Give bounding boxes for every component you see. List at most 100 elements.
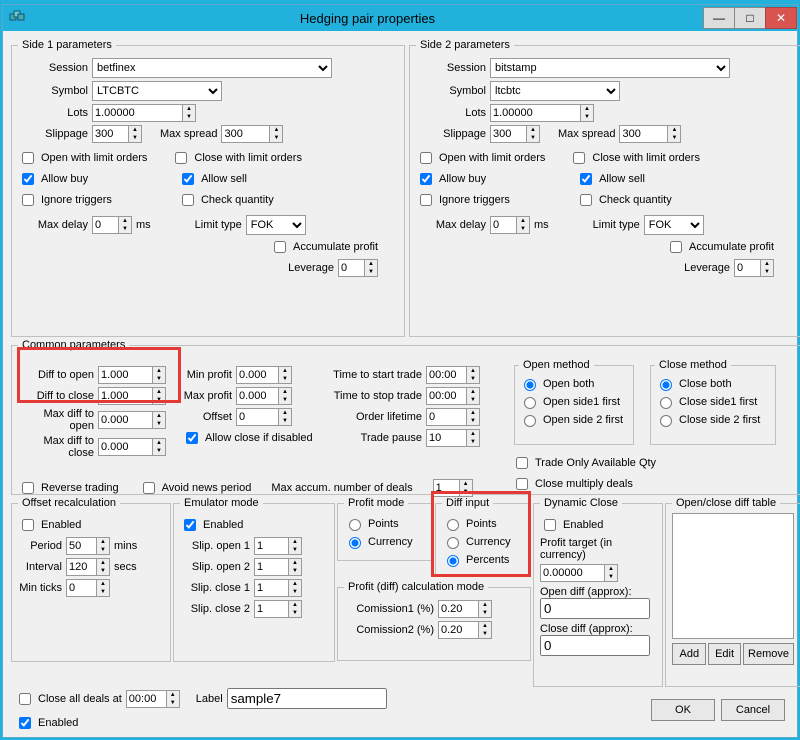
dynamic-close-enabled-check[interactable]: Enabled [540,516,603,534]
session-select[interactable]: bitstamp [490,58,730,78]
period-spinner[interactable]: ▲▼ [66,537,110,555]
edit-button[interactable]: Edit [708,643,741,665]
offset-enabled-check[interactable]: Enabled [18,516,81,534]
slip-close1-spinner[interactable]: ▲▼ [254,579,302,597]
allow-sell-check[interactable]: Allow sell [178,170,247,188]
close-method-legend: Close method [655,359,731,371]
max-diff-close-spinner[interactable]: ▲▼ [98,438,166,456]
maximize-button[interactable]: □ [734,7,766,29]
max-profit-spinner[interactable]: ▲▼ [236,387,292,405]
open-limit-check[interactable]: Open with limit orders [18,149,147,167]
close-diff-input[interactable] [540,635,650,656]
profit-currency-radio[interactable]: Currency [344,534,413,549]
allow-sell-check[interactable]: Allow sell [576,170,645,188]
close-side1-radio[interactable]: Close side1 first [655,394,757,409]
slip-open2-spinner[interactable]: ▲▼ [254,558,302,576]
slip-open2-label: Slip. open 2 [180,561,250,573]
time-stop-spinner[interactable]: ▲▼ [426,387,480,405]
remove-button[interactable]: Remove [743,643,794,665]
lots-spinner[interactable]: ▲▼ [490,104,594,122]
allow-buy-check[interactable]: Allow buy [18,170,88,188]
dynamic-close-group: Dynamic Close Enabled Profit target (in … [533,497,663,687]
mins-label: mins [114,540,137,552]
accumulate-profit-check[interactable]: Accumulate profit [666,238,774,256]
close-button[interactable]: ✕ [765,7,797,29]
max-diff-open-spinner[interactable]: ▲▼ [98,411,166,429]
open-limit-check[interactable]: Open with limit orders [416,149,545,167]
cancel-button[interactable]: Cancel [721,699,785,721]
diff-open-spinner[interactable]: ▲▼ [98,366,166,384]
reverse-trading-check[interactable]: Reverse trading [18,479,119,497]
open-side1-radio[interactable]: Open side1 first [519,394,620,409]
add-button[interactable]: Add [672,643,706,665]
maxdelay-spinner[interactable]: ▲▼ [92,216,132,234]
close-all-deals-check[interactable]: Close all deals at [15,690,122,708]
maxdelay-spinner[interactable]: ▲▼ [490,216,530,234]
accumulate-profit-check[interactable]: Accumulate profit [270,238,378,256]
open-side2-radio[interactable]: Open side 2 first [519,412,623,427]
diff-close-spinner[interactable]: ▲▼ [98,387,166,405]
avoid-news-check[interactable]: Avoid news period [139,479,252,497]
minimize-button[interactable]: — [703,7,735,29]
close-side2-radio[interactable]: Close side 2 first [655,412,760,427]
profit-points-radio[interactable]: Points [344,516,399,531]
symbol-select[interactable]: ltcbtc [490,81,620,101]
label-input[interactable] [227,688,387,709]
diff-input-legend: Diff input [442,497,493,509]
max-accum-spinner[interactable]: ▲▼ [433,479,473,497]
trade-pause-spinner[interactable]: ▲▼ [426,429,480,447]
allow-close-if-disabled-check[interactable]: Allow close if disabled [182,429,313,447]
session-select[interactable]: betfinex [92,58,332,78]
time-start-spinner[interactable]: ▲▼ [426,366,480,384]
ok-button[interactable]: OK [651,699,715,721]
symbol-label: Symbol [416,85,486,97]
limittype-select[interactable]: FOK [246,215,306,235]
limittype-select[interactable]: FOK [644,215,704,235]
close-limit-check[interactable]: Close with limit orders [569,149,700,167]
min-ticks-spinner[interactable]: ▲▼ [66,579,110,597]
maxspread-spinner[interactable]: ▲▼ [619,125,681,143]
slippage-spinner[interactable]: ▲▼ [92,125,142,143]
leverage-spinner[interactable]: ▲▼ [338,259,378,277]
diff-input-group: Diff input Points Currency Percents [435,497,531,577]
emulator-enabled-check[interactable]: Enabled [180,516,243,534]
lots-spinner[interactable]: ▲▼ [92,104,196,122]
symbol-select[interactable]: LTCBTC [92,81,222,101]
diff-points-radio[interactable]: Points [442,516,497,531]
slippage-spinner[interactable]: ▲▼ [490,125,540,143]
enabled-check[interactable]: Enabled [15,714,78,732]
min-profit-spinner[interactable]: ▲▼ [236,366,292,384]
diff-percents-radio[interactable]: Percents [442,552,509,567]
profit-mode-group: Profit mode Points Currency [337,497,433,561]
check-quantity-check[interactable]: Check quantity [178,191,274,209]
close-all-time-spinner[interactable]: ▲▼ [126,690,180,708]
diff-table-list[interactable] [672,513,794,639]
close-limit-check[interactable]: Close with limit orders [171,149,302,167]
ignore-triggers-check[interactable]: Ignore triggers [416,191,510,209]
interval-spinner[interactable]: ▲▼ [66,558,110,576]
leverage-spinner[interactable]: ▲▼ [734,259,774,277]
slip-open1-spinner[interactable]: ▲▼ [254,537,302,555]
slippage-label: Slippage [18,128,88,140]
offset-spinner[interactable]: ▲▼ [236,408,292,426]
profit-target-spinner[interactable]: ▲▼ [540,564,618,582]
comission1-spinner[interactable]: ▲▼ [438,600,492,618]
maxspread-spinner[interactable]: ▲▼ [221,125,283,143]
offset-recalc-legend: Offset recalculation [18,497,120,509]
open-diff-input[interactable] [540,598,650,619]
diff-currency-radio[interactable]: Currency [442,534,511,549]
maxspread-label: Max spread [160,128,217,140]
trade-only-qty-check[interactable]: Trade Only Available Qty [512,454,656,472]
comission2-spinner[interactable]: ▲▼ [438,621,492,639]
ignore-triggers-check[interactable]: Ignore triggers [18,191,112,209]
slip-close2-spinner[interactable]: ▲▼ [254,600,302,618]
check-quantity-check[interactable]: Check quantity [576,191,672,209]
session-label: Session [18,62,88,74]
close-multiply-check[interactable]: Close multiply deals [512,475,633,493]
close-both-radio[interactable]: Close both [655,376,732,391]
interval-label: Interval [18,561,62,573]
open-both-radio[interactable]: Open both [519,376,594,391]
min-ticks-label: Min ticks [18,582,62,594]
order-lifetime-spinner[interactable]: ▲▼ [426,408,480,426]
allow-buy-check[interactable]: Allow buy [416,170,486,188]
